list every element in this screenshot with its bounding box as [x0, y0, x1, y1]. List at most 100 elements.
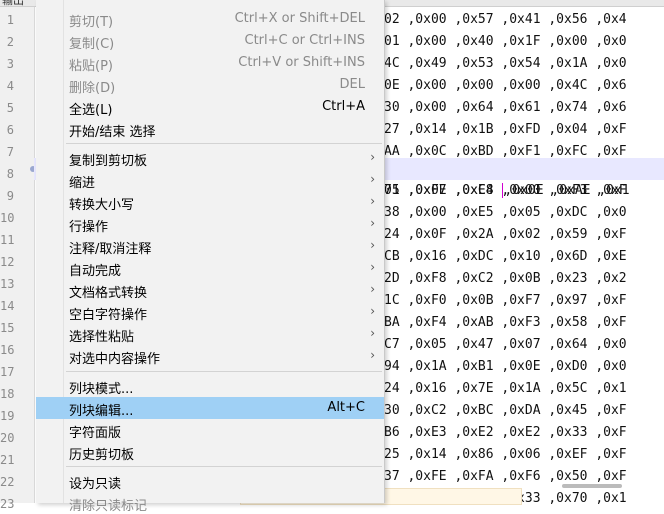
menu-item-copy[interactable]: 复制(C) Ctrl+C or Ctrl+INS	[36, 30, 384, 52]
menu-item-eol-conversion[interactable]: 文档格式转换 ›	[36, 279, 384, 301]
menu-item-label: 字符面版	[69, 426, 122, 441]
menu-item-paste-special[interactable]: 选择性粘贴 ›	[36, 323, 384, 345]
line-number: 23	[0, 497, 15, 511]
line-number: 13	[0, 277, 15, 291]
line-number: 19	[0, 409, 15, 423]
menu-item-label: 选择性粘贴	[69, 330, 135, 345]
line-number: 6	[6, 123, 14, 137]
line-number: 2	[6, 35, 14, 49]
code-line: BA ,0xF4 ,0xAB ,0xF3 ,0x58 ,0xF	[384, 315, 627, 330]
line-number: 22	[0, 475, 15, 489]
menu-separator	[66, 371, 382, 372]
menu-item-paste[interactable]: 粘贴(P) Ctrl+V or Shift+INS	[36, 52, 384, 74]
menu-item-auto-complete[interactable]: 自动完成 ›	[36, 257, 384, 279]
menu-item-shortcut: Ctrl+V or Shift+INS	[238, 55, 365, 70]
menu-item-line-operations[interactable]: 行操作 ›	[36, 213, 384, 235]
chevron-right-icon: ›	[370, 172, 375, 186]
menu-item-label: 剪切(T)	[69, 15, 114, 30]
code-line: 4C ,0x49 ,0x53 ,0x54 ,0x1A ,0x0	[384, 56, 627, 71]
line-number: 7	[6, 145, 14, 159]
menu-separator	[66, 143, 382, 144]
line-number: 15	[0, 321, 15, 335]
line-number: 10	[0, 211, 15, 225]
line-number-gutter: 1 2 3 4 5 6 7 8 9 10 11 12 13 14 15 16 1…	[0, 7, 35, 511]
chevron-right-icon: ›	[370, 348, 375, 362]
code-line: 38 ,0x00 ,0xE5 ,0x05 ,0xDC ,0x0	[384, 205, 627, 220]
code-line: 0E ,0x00 ,0x00 ,0x00 ,0x4C ,0x6	[384, 78, 627, 93]
code-line: 05 ,0x07 ,0xE4 ,0x00 ,0xF3 ,0xF	[384, 183, 627, 198]
menu-separator	[66, 466, 382, 467]
line-number: 4	[6, 79, 14, 93]
menu-item-label: 删除(D)	[69, 81, 116, 96]
line-number: 17	[0, 365, 15, 379]
line-number: 8	[6, 167, 14, 181]
chevron-right-icon: ›	[370, 326, 375, 340]
menu-item-label: 自动完成	[69, 264, 122, 279]
menu-item-label: 列块编辑...	[69, 404, 134, 419]
chevron-right-icon: ›	[370, 260, 375, 274]
menu-item-label: 空白字符操作	[69, 308, 148, 323]
code-line: 25 ,0x14 ,0x86 ,0x06 ,0xEF ,0xF	[384, 447, 627, 462]
menu-item-blank-operations[interactable]: 空白字符操作 ›	[36, 301, 384, 323]
menu-item-label: 文档格式转换	[69, 286, 148, 301]
code-line: 02 ,0x00 ,0x57 ,0x41 ,0x56 ,0x4	[384, 12, 627, 27]
menu-item-select-all[interactable]: 全选(L) Ctrl+A	[36, 96, 384, 118]
menu-item-begin-end-select[interactable]: 开始/结束 选择	[36, 118, 384, 140]
menu-item-on-selection[interactable]: 对选中内容操作 ›	[36, 345, 384, 367]
code-line: 37 ,0xFE ,0xFA ,0xF6 ,0x50 ,0xF	[384, 469, 627, 484]
line-number: 1	[6, 13, 14, 27]
menu-item-column-editor[interactable]: 列块编辑... Alt+C	[36, 397, 384, 419]
menu-item-indent[interactable]: 缩进 ›	[36, 169, 384, 191]
menu-item-label: 对选中内容操作	[69, 352, 161, 367]
chevron-right-icon: ›	[370, 304, 375, 318]
code-line: 24 ,0x0F ,0x2A ,0x02 ,0x59 ,0xF	[384, 227, 627, 242]
code-line: C7 ,0x05 ,0x47 ,0x07 ,0x64 ,0x0	[384, 337, 627, 352]
menu-item-column-mode[interactable]: 列块模式...	[36, 375, 384, 397]
chevron-right-icon: ›	[370, 194, 375, 208]
menu-item-shortcut: Alt+C	[327, 400, 365, 415]
menu-item-label: 复制到剪切板	[69, 154, 148, 169]
code-line: CB ,0x16 ,0xDC ,0x10 ,0x6D ,0xE	[384, 249, 627, 264]
line-number: 14	[0, 299, 15, 313]
line-number: 16	[0, 343, 15, 357]
menu-item-label: 粘贴(P)	[69, 59, 113, 74]
line-number: 18	[0, 387, 15, 401]
line-number: 21	[0, 453, 15, 467]
menu-item-label: 全选(L)	[69, 103, 113, 118]
menu-item-copy-to-clipboard[interactable]: 复制到剪切板 ›	[36, 147, 384, 169]
code-line: 94 ,0x1A ,0xB1 ,0x0E ,0xD0 ,0x0	[384, 359, 627, 374]
line-number: 12	[0, 255, 15, 269]
chevron-right-icon: ›	[370, 282, 375, 296]
line-number: 11	[0, 233, 15, 247]
code-line: 30 ,0xC2 ,0xBC ,0xDA ,0x45 ,0xF	[384, 403, 627, 418]
chevron-right-icon: ›	[370, 238, 375, 252]
menu-item-set-read-only[interactable]: 设为只读	[36, 470, 384, 492]
menu-item-label: 行操作	[69, 220, 109, 235]
line-number: 9	[6, 189, 14, 203]
code-line: 2D ,0xF8 ,0xC2 ,0x0B ,0x23 ,0x2	[384, 271, 627, 286]
line-number: 20	[0, 431, 15, 445]
menu-item-label: 设为只读	[69, 477, 122, 492]
menu-item-cut[interactable]: 剪切(T) Ctrl+X or Shift+DEL	[36, 8, 384, 30]
code-line: 30 ,0x00 ,0x64 ,0x61 ,0x74 ,0x6	[384, 100, 627, 115]
scroll-handle[interactable]	[562, 484, 622, 488]
menu-item-shortcut: DEL	[339, 77, 365, 92]
chevron-right-icon: ›	[370, 216, 375, 230]
code-line: 1C ,0xF0 ,0x0B ,0xF7 ,0x97 ,0xF	[384, 293, 627, 308]
menu-item-label: 注释/取消注释	[69, 242, 152, 257]
menu-item-label: 复制(C)	[69, 37, 115, 52]
menu-item-character-panel[interactable]: 字符面版	[36, 419, 384, 441]
code-line: B6 ,0xE3 ,0xE2 ,0xE2 ,0x33 ,0xF	[384, 425, 627, 440]
menu-item-convert-case[interactable]: 转换大小写 ›	[36, 191, 384, 213]
menu-item-clipboard-history[interactable]: 历史剪切板	[36, 441, 384, 463]
line-number: 3	[6, 57, 14, 71]
chevron-right-icon: ›	[370, 150, 375, 164]
menu-item-shortcut: Ctrl+X or Shift+DEL	[234, 11, 365, 26]
menu-item-label: 转换大小写	[69, 198, 135, 213]
menu-item-clear-read-only[interactable]: 清除只读标记	[36, 492, 384, 514]
menu-item-comment[interactable]: 注释/取消注释 ›	[36, 235, 384, 257]
menu-item-delete[interactable]: 删除(D) DEL	[36, 74, 384, 96]
menu-item-label: 开始/结束 选择	[69, 125, 156, 140]
menu-item-label: 缩进	[69, 176, 96, 191]
menu-item-label: 清除只读标记	[69, 499, 148, 514]
